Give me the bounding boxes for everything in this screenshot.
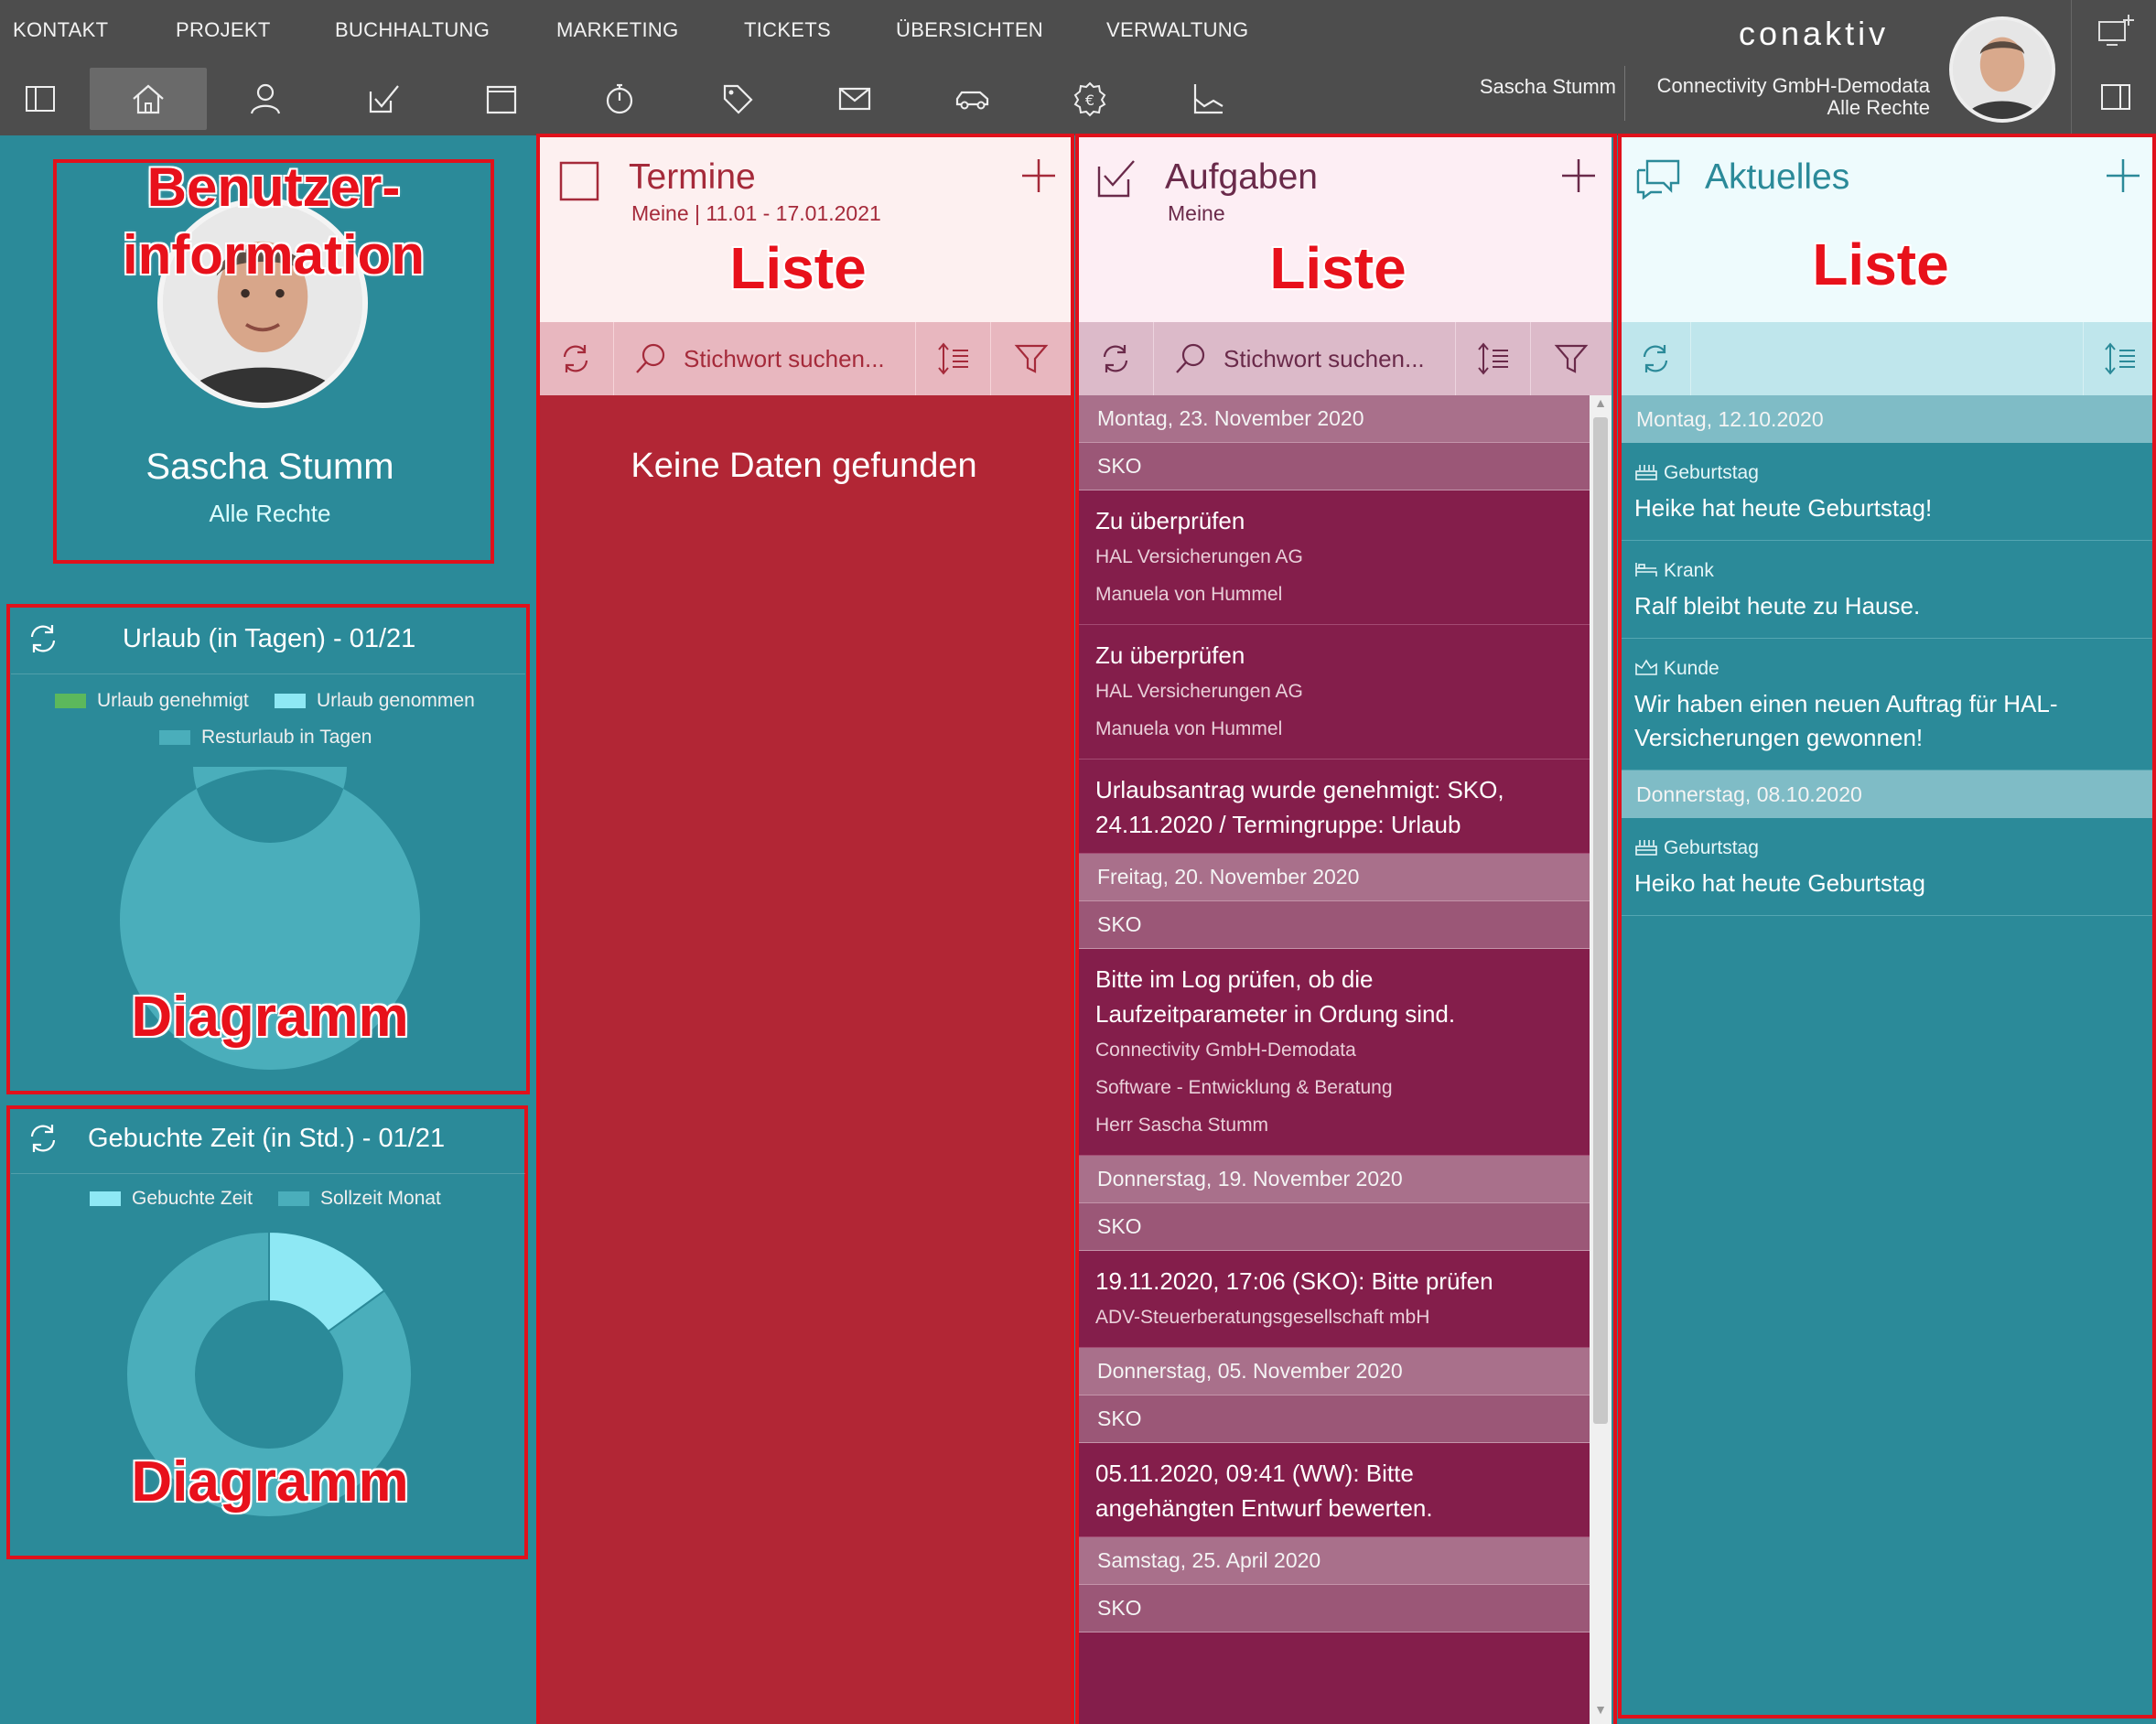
- mail-icon: [838, 87, 871, 111]
- svg-text:€: €: [1085, 92, 1094, 109]
- legend-swatch: [159, 730, 190, 745]
- divider: [11, 673, 525, 674]
- time-refresh-button[interactable]: [16, 1112, 70, 1165]
- current-company: Connectivity GmbH-Demodata Alle Rechte: [1657, 75, 1930, 119]
- company-name: Connectivity GmbH-Demodata: [1656, 74, 1930, 97]
- time-legend-item: Gebuchte Zeit: [90, 1188, 253, 1210]
- menu-verwaltung[interactable]: VERWALTUNG: [1106, 18, 1248, 42]
- euro-icon: €: [1073, 81, 1106, 117]
- divider: [11, 1173, 525, 1174]
- home-icon: [133, 84, 164, 114]
- profile-annotation-label: Benutzer-information: [123, 156, 425, 286]
- vacation-legend-item: Resturlaub in Tagen: [159, 727, 372, 749]
- new-window-icon: [2098, 15, 2134, 46]
- time-tracking-button[interactable]: [561, 68, 678, 130]
- legend-swatch: [278, 1191, 309, 1206]
- time-widget-header: Gebuchte Zeit (in Std.) - 01/21: [11, 1105, 525, 1171]
- aktuelles-annotation-box: [1618, 134, 2156, 1719]
- sidebar-left-icon: [26, 86, 55, 112]
- tag-icon: [723, 84, 753, 114]
- calendar-button[interactable]: [443, 68, 560, 130]
- menu-uebersichten[interactable]: ÜBERSICHTEN: [896, 18, 1043, 42]
- tags-button[interactable]: [679, 68, 796, 130]
- brand-logo: conaktiv: [1739, 15, 1890, 52]
- aufgaben-annotation-box: [1075, 134, 1617, 1724]
- home-button[interactable]: [90, 68, 207, 130]
- refresh-icon: [30, 625, 56, 652]
- menu-kontakt[interactable]: KONTAKT: [13, 18, 108, 42]
- toggle-right-sidebar-button[interactable]: [2096, 77, 2136, 117]
- contact-icon: [250, 83, 281, 114]
- legend-label: Urlaub genehmigt: [97, 690, 249, 711]
- menu-projekt[interactable]: PROJEKT: [176, 18, 271, 42]
- user-rights: Alle Rechte: [1827, 96, 1930, 119]
- legend-swatch: [275, 694, 306, 708]
- avatar[interactable]: [1949, 16, 2055, 123]
- car-icon: [955, 91, 989, 110]
- task-icon: [369, 85, 399, 113]
- header-divider: [2071, 0, 2072, 135]
- legend-label: Resturlaub in Tagen: [201, 727, 372, 748]
- legend-swatch: [90, 1191, 121, 1206]
- refresh-icon: [30, 1125, 56, 1152]
- menu-marketing[interactable]: MARKETING: [556, 18, 679, 42]
- new-window-button[interactable]: [2096, 13, 2136, 49]
- vacation-refresh-button[interactable]: [16, 612, 70, 665]
- fleet-button[interactable]: [914, 68, 1031, 130]
- legend-label: Urlaub genommen: [317, 690, 475, 711]
- user-divider: [1624, 66, 1625, 121]
- chart-icon: [1193, 84, 1224, 114]
- toggle-left-sidebar-button[interactable]: [0, 68, 81, 130]
- finance-button[interactable]: €: [1031, 68, 1148, 130]
- menu-tickets[interactable]: TICKETS: [744, 18, 831, 42]
- profile-name: Sascha Stumm: [146, 447, 394, 487]
- vacation-widget-header: Urlaub (in Tagen) - 01/21: [11, 606, 525, 672]
- vacation-legend-item: Urlaub genehmigt: [55, 690, 249, 712]
- legend-swatch: [55, 694, 86, 708]
- sidebar-right-icon: [2101, 84, 2130, 110]
- contacts-button[interactable]: [207, 68, 324, 130]
- current-user-name: Sascha Stumm: [1479, 75, 1616, 98]
- termine-annotation-box: [536, 134, 1074, 1724]
- vacation-legend-item: Urlaub genommen: [275, 690, 475, 712]
- calendar-icon: [486, 85, 517, 114]
- vacation-chart-annotation-label: Diagramm: [131, 986, 409, 1049]
- legend-label: Sollzeit Monat: [320, 1188, 441, 1209]
- time-chart-annotation-label: Diagramm: [131, 1450, 409, 1514]
- reports-button[interactable]: [1149, 68, 1267, 130]
- tasks-button[interactable]: [325, 68, 442, 130]
- profile-role: Alle Rechte: [209, 500, 331, 527]
- top-navigation-bar: KONTAKT PROJEKT BUCHHALTUNG MARKETING TI…: [0, 0, 2156, 135]
- mail-button[interactable]: [796, 68, 913, 130]
- stopwatch-icon: [606, 83, 633, 114]
- legend-label: Gebuchte Zeit: [132, 1188, 253, 1209]
- time-legend-item: Sollzeit Monat: [278, 1188, 441, 1210]
- vacation-widget-title: Urlaub (in Tagen) - 01/21: [123, 623, 416, 653]
- menu-buchhaltung[interactable]: BUCHHALTUNG: [335, 18, 490, 42]
- time-widget-title: Gebuchte Zeit (in Std.) - 01/21: [88, 1123, 446, 1153]
- avatar-portrait: [1953, 20, 2052, 119]
